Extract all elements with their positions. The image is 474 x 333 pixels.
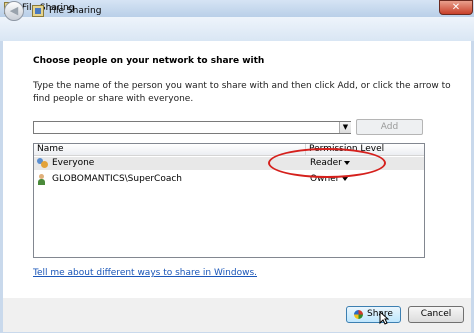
- shield-icon: [354, 310, 363, 319]
- back-button[interactable]: ◀: [4, 1, 24, 21]
- person-name-input[interactable]: [33, 121, 351, 134]
- chevron-down-icon[interactable]: [342, 177, 348, 181]
- file-sharing-icon: [32, 5, 44, 17]
- cancel-button[interactable]: Cancel: [408, 306, 464, 323]
- share-button[interactable]: Share: [346, 306, 401, 323]
- dialog-header: [0, 17, 474, 41]
- help-link[interactable]: Tell me about different ways to share in…: [33, 268, 257, 278]
- instructions-text: Type the name of the person you want to …: [33, 81, 451, 104]
- row-name: GLOBOMANTICS\SuperCoach: [52, 174, 183, 184]
- add-button[interactable]: Add: [356, 119, 423, 135]
- page-heading: Choose people on your network to share w…: [33, 56, 265, 66]
- row-name: Everyone: [52, 158, 95, 168]
- highlight-annotation: [268, 148, 386, 178]
- mouse-cursor-icon: [379, 311, 389, 325]
- column-header-name[interactable]: Name: [34, 144, 306, 156]
- dialog-title: File Sharing: [49, 6, 102, 16]
- close-button[interactable]: ✕: [439, 0, 473, 15]
- list-item-supercoach[interactable]: GLOBOMANTICS\SuperCoach Owner: [34, 173, 424, 186]
- users-icon: [37, 158, 48, 168]
- chevron-down-icon[interactable]: ▼: [339, 122, 351, 133]
- user-icon: [38, 174, 46, 185]
